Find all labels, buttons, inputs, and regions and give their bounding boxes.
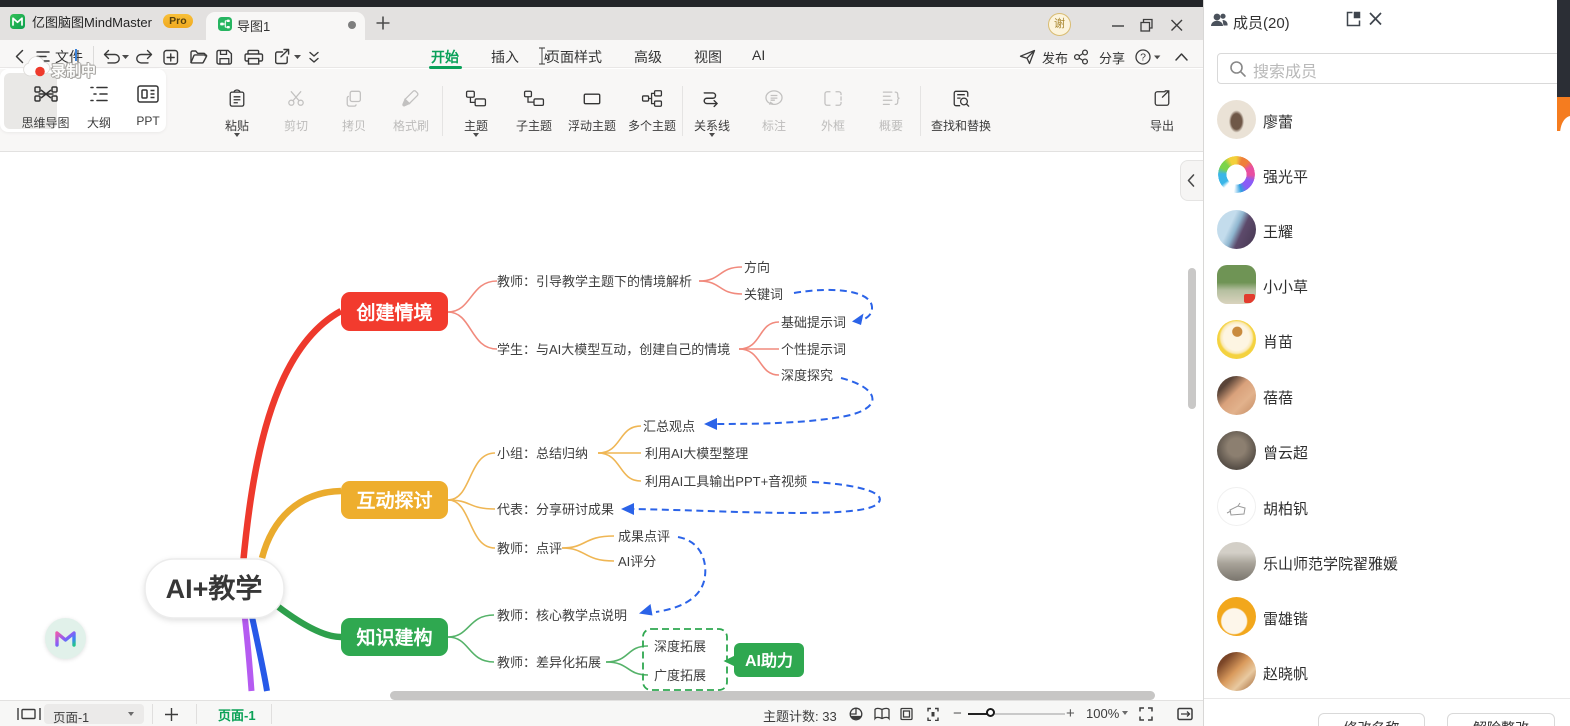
svg-text:利用AI大模型整理: 利用AI大模型整理 <box>645 446 748 461</box>
svg-text:关键词: 关键词 <box>744 287 783 302</box>
svg-text:代表：分享研讨成果: 代表：分享研讨成果 <box>497 502 614 517</box>
svg-text:教师：点评: 教师：点评 <box>497 541 562 556</box>
svg-text:互动探讨: 互动探讨 <box>356 490 432 512</box>
svg-text:基础提示词: 基础提示词 <box>781 315 846 330</box>
svg-text:成果点评: 成果点评 <box>618 529 670 544</box>
svg-text:广度拓展: 广度拓展 <box>654 668 706 683</box>
svg-text:个性提示词: 个性提示词 <box>781 342 846 357</box>
svg-text:小组：总结归纳: 小组：总结归纳 <box>497 446 588 461</box>
svg-text:?: ? <box>1140 52 1146 64</box>
svg-text:深度探究: 深度探究 <box>781 368 833 383</box>
svg-text:教师：核心教学点说明: 教师：核心教学点说明 <box>497 608 627 623</box>
svg-text:教师：引导教学主题下的情境解析: 教师：引导教学主题下的情境解析 <box>497 274 692 289</box>
svg-text:知识建构: 知识建构 <box>356 626 432 649</box>
svg-text:学生：与AI大模型互动，创建自己的情境: 学生：与AI大模型互动，创建自己的情境 <box>497 342 730 357</box>
svg-text:AI助力: AI助力 <box>745 651 793 670</box>
svg-text:AI+教学: AI+教学 <box>166 573 263 604</box>
svg-text:深度拓展: 深度拓展 <box>654 639 706 654</box>
svg-text:教师：差异化拓展: 教师：差异化拓展 <box>497 655 601 670</box>
svg-text:创建情境: 创建情境 <box>355 301 432 324</box>
svg-text:汇总观点: 汇总观点 <box>643 419 695 434</box>
svg-text:利用AI工具输出PPT+音视频: 利用AI工具输出PPT+音视频 <box>645 474 807 489</box>
svg-text:方向: 方向 <box>744 260 770 275</box>
svg-text:AI评分: AI评分 <box>618 554 656 569</box>
